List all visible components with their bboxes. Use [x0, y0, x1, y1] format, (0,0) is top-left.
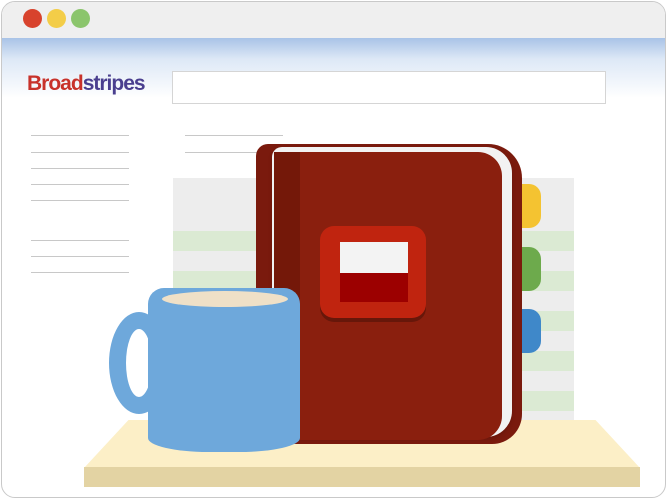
content-placeholder-line — [185, 135, 283, 136]
sidebar-placeholder-line — [31, 135, 129, 136]
sidebar-placeholder-line — [31, 184, 129, 185]
close-window-button[interactable] — [23, 9, 42, 28]
minimize-window-button[interactable] — [47, 9, 66, 28]
browser-window: Broadstripes — [1, 1, 666, 498]
logo-part-broad: Broad — [27, 72, 84, 95]
mug-rim — [162, 291, 288, 307]
sidebar-placeholder-line — [31, 272, 129, 273]
book-label-red — [340, 273, 408, 302]
sidebar-placeholder-line — [31, 240, 129, 241]
search-input[interactable] — [172, 71, 606, 104]
title-bar — [2, 2, 665, 38]
book-label-plate — [320, 226, 426, 318]
mug-body — [148, 288, 300, 452]
logo-part-stripes: stripes — [82, 72, 146, 95]
book-label-white — [340, 242, 408, 273]
maximize-window-button[interactable] — [71, 9, 90, 28]
shelf-front — [84, 467, 640, 487]
sidebar-placeholder-line — [31, 168, 129, 169]
site-logo[interactable]: Broadstripes — [27, 72, 146, 96]
sidebar-placeholder-line — [31, 256, 129, 257]
sidebar-placeholder-line — [31, 200, 129, 201]
sidebar-placeholder-line — [31, 152, 129, 153]
